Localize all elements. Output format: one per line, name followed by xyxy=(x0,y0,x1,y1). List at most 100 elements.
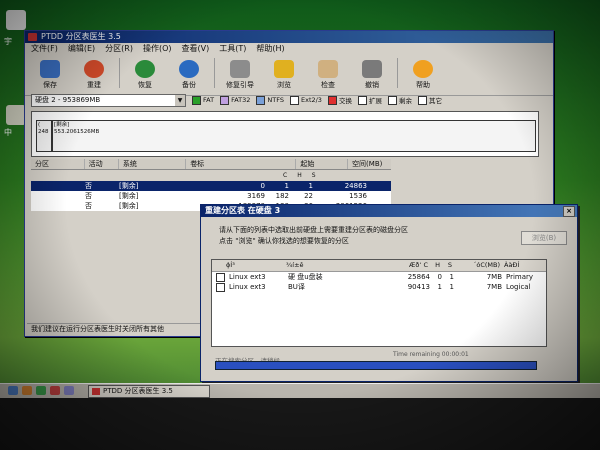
browse-button[interactable]: 浏览(B) xyxy=(521,231,567,245)
quicklaunch-icon[interactable] xyxy=(8,386,18,395)
list-cell-label: BU译 xyxy=(288,283,305,291)
cell-h: 1 xyxy=(284,182,289,190)
quicklaunch-icon[interactable] xyxy=(64,386,74,395)
close-icon[interactable]: × xyxy=(563,206,575,217)
taskbar-item-ptdd[interactable]: PTDD 分区表医生 3.5 xyxy=(88,385,210,398)
restore-button[interactable]: 恢复 xyxy=(126,58,164,90)
toolbar: 保存 重建 恢复 备份 修复引导 浏览 检查 撤销 帮助 xyxy=(25,55,553,96)
list-cell-c: 25864 xyxy=(407,273,430,281)
chs-s: S xyxy=(311,172,316,179)
rebuild-dialog: 重建分区表 在硬盘 3 × 请从下面的列表中选取出前硬盘上需要重建分区表的磁盘分… xyxy=(200,204,578,382)
list-cell-s: 1 xyxy=(449,283,454,291)
partition-table-header: 分区 活动 系统 卷标 起始 空间(MB) xyxy=(31,159,391,170)
help-button[interactable]: 帮助 xyxy=(404,58,442,90)
quicklaunch-icon[interactable] xyxy=(22,386,32,395)
toolbar-separator xyxy=(214,58,215,88)
list-item[interactable]: Linux ext3 硬 盘u盘装 25864 0 1 7MB Primary xyxy=(212,272,546,282)
menu-edit[interactable]: 编辑(E) xyxy=(68,43,95,55)
table-row[interactable]: 否 [剩余] 3169 182 22 1536 xyxy=(31,191,391,201)
legend-swatch xyxy=(289,95,299,105)
menu-file[interactable]: 文件(F) xyxy=(31,43,58,55)
list-cell-h: 1 xyxy=(437,283,442,291)
list-col-s[interactable]: S xyxy=(440,260,452,271)
cell-active: 否 xyxy=(85,182,92,190)
undo-label: 撤销 xyxy=(365,81,379,89)
browse-toolbar-button[interactable]: 浏览 xyxy=(265,58,303,90)
dialog-instruction-2: 点击 "浏览" 确认你找选的想要恢复的分区 xyxy=(219,237,349,245)
toolbar-separator xyxy=(397,58,398,88)
list-col-type[interactable]: ÀàÐÍ xyxy=(500,260,544,271)
cell-size: 1536 xyxy=(349,192,367,200)
main-titlebar[interactable]: PTDD 分区表医生 3.5 xyxy=(25,31,553,43)
quicklaunch-icon[interactable] xyxy=(50,386,60,395)
legend-label: 扩展 xyxy=(368,97,382,105)
check-icon xyxy=(318,60,338,78)
col-partition[interactable]: 分区 xyxy=(31,159,85,169)
legend-swap: 交换 xyxy=(327,95,352,105)
desktop-icon-label: 宇 xyxy=(4,37,12,46)
check-label: 检查 xyxy=(321,81,335,89)
disk-map-partition-2[interactable]: [剩余] 553.2061526MB xyxy=(52,120,536,152)
help-icon xyxy=(413,60,433,78)
main-window-title: PTDD 分区表医生 3.5 xyxy=(41,32,121,41)
menu-view[interactable]: 查看(V) xyxy=(182,43,210,55)
col-system[interactable]: 系统 xyxy=(119,159,187,169)
app-icon xyxy=(28,33,37,41)
toolbar-separator xyxy=(119,58,120,88)
chs-c: C xyxy=(283,172,288,179)
save-label: 保存 xyxy=(43,81,57,89)
partition-checkbox[interactable] xyxy=(216,272,225,282)
list-col-h[interactable]: H xyxy=(428,260,440,271)
list-cell-size: 7MB xyxy=(486,283,502,291)
col-active[interactable]: 活动 xyxy=(85,159,119,169)
dialog-title: 重建分区表 在硬盘 3 xyxy=(205,206,281,215)
list-cell-type: Logical xyxy=(506,283,531,291)
list-item[interactable]: Linux ext3 BU译 90413 1 1 7MB Logical xyxy=(212,282,546,292)
list-col-start-c[interactable]: Æðʼ C xyxy=(372,260,428,271)
list-cell-c: 90413 xyxy=(407,283,430,291)
disk-map: ( 248 [剩余] 553.2061526MB xyxy=(31,111,539,157)
cell-s: 1 xyxy=(308,182,313,190)
col-start[interactable]: 起始 xyxy=(296,159,349,169)
disk-map-partition-1[interactable]: ( 248 xyxy=(36,120,52,152)
menu-help[interactable]: 帮助(H) xyxy=(256,43,284,55)
backup-label: 备份 xyxy=(182,81,196,89)
list-col-label[interactable]: ¾í±ê xyxy=(286,260,372,271)
backup-button[interactable]: 备份 xyxy=(170,58,208,90)
legend-label: FAT xyxy=(203,96,215,104)
chevron-down-icon[interactable]: ▼ xyxy=(175,94,185,106)
repair-boot-button[interactable]: 修复引导 xyxy=(221,58,259,90)
cell-c: 3169 xyxy=(247,192,265,200)
list-col-size[interactable]: ´óС(MB) xyxy=(452,260,500,271)
menu-operation[interactable]: 操作(O) xyxy=(143,43,172,55)
check-button[interactable]: 检查 xyxy=(309,58,347,90)
help-label: 帮助 xyxy=(416,81,430,89)
partition-checkbox[interactable] xyxy=(216,282,225,292)
dialog-instruction-1: 请从下面的列表中选取出前硬盘上需要重建分区表的磁盘分区 xyxy=(219,226,408,234)
legend-swatch xyxy=(357,95,367,105)
desktop-icon-2[interactable]: 中 xyxy=(4,105,26,137)
legend-ntfs: NTFS xyxy=(256,95,284,105)
desktop-icon-1[interactable]: 宇 xyxy=(4,10,26,46)
restore-icon xyxy=(135,60,155,78)
list-col-system[interactable]: ϕÍ³ xyxy=(212,260,286,271)
monitor-bezel xyxy=(0,398,600,450)
col-label[interactable]: 卷标 xyxy=(186,159,297,169)
cell-active: 否 xyxy=(85,192,92,200)
time-remaining: Time remaining 00:00:01 xyxy=(393,351,469,358)
menubar: 文件(F) 编辑(E) 分区(R) 操作(O) 查看(V) 工具(T) 帮助(H… xyxy=(25,43,553,55)
backup-icon xyxy=(179,60,199,78)
legend-extended: 扩展 xyxy=(357,95,382,105)
col-size[interactable]: 空间(MB) xyxy=(348,159,391,169)
save-button[interactable]: 保存 xyxy=(31,58,69,90)
dialog-titlebar[interactable]: 重建分区表 在硬盘 3 × xyxy=(201,205,577,217)
cell-system: [剩余] xyxy=(119,182,139,190)
disk-select[interactable]: 硬盘 2 - 953869MB ▼ xyxy=(31,93,186,107)
menu-tools[interactable]: 工具(T) xyxy=(219,43,246,55)
found-partitions-list: ϕÍ³ ¾í±ê Æðʼ C H S ´óС(MB) ÀàÐÍ Linux ex… xyxy=(211,259,547,347)
rebuild-button[interactable]: 重建 xyxy=(75,58,113,90)
menu-partition[interactable]: 分区(R) xyxy=(105,43,133,55)
undo-button[interactable]: 撤销 xyxy=(353,58,391,90)
quicklaunch-icon[interactable] xyxy=(36,386,46,395)
table-row[interactable]: 否 [剩余] 0 1 1 24863 xyxy=(31,181,391,191)
